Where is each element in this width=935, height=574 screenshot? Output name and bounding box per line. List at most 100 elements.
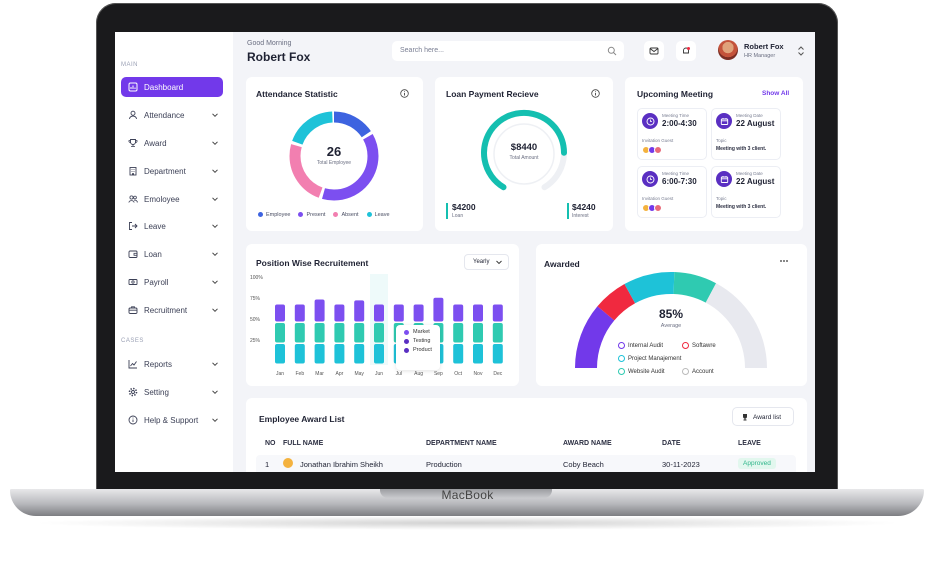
award-list-button[interactable]: Award list	[732, 407, 794, 426]
gear-icon	[128, 387, 138, 397]
loan-card: Loan Payment Recieve $8440 Total Amount …	[435, 77, 613, 231]
notification-button[interactable]	[676, 41, 696, 61]
sidebar-item-label: Setting	[144, 387, 169, 397]
gauge-segment	[705, 283, 767, 368]
sidebar-item-label: Payroll	[144, 277, 169, 287]
avatar	[654, 146, 662, 154]
legend-label: Website Audit	[628, 368, 665, 375]
meeting-time-tile[interactable]: Meeting Time 2:00-4:30 Invitation Guest	[637, 108, 707, 160]
legend-dot	[333, 212, 339, 218]
period-select[interactable]: Yearly	[464, 254, 509, 270]
legend-item: Employee	[258, 212, 290, 218]
x-tick-label: Apr	[336, 371, 344, 377]
meeting-date-value: 22 August	[736, 177, 775, 186]
bar-product-apr	[334, 344, 345, 364]
search-input[interactable]: Search here...	[392, 41, 624, 61]
sidebar-item-payroll[interactable]: Payroll	[121, 272, 223, 292]
recruitment-title: Position Wise Recruitement	[256, 258, 369, 268]
sidebar-item-setting[interactable]: Setting	[121, 382, 223, 402]
sidebar-item-label: Help & Support	[144, 415, 199, 425]
user-icon	[128, 110, 138, 120]
message-button[interactable]	[644, 41, 664, 61]
info-icon[interactable]	[400, 89, 409, 98]
meeting-date-tile[interactable]: Meeting Date 22 August Topic Meeting with 3…	[711, 108, 781, 160]
sidebar-item-leave[interactable]: Leave	[121, 216, 223, 236]
sidebar-item-help-support[interactable]: Help & Support	[121, 410, 223, 430]
chart-icon	[128, 359, 138, 369]
bar-market-dec	[492, 304, 503, 322]
dashboard-screen: MAIN Dashboard Attendance Award Department E…	[115, 32, 815, 472]
sidebar-item-label: Leave	[144, 221, 166, 231]
meeting-date-label: Meeting Date	[736, 171, 763, 176]
x-tick-label: Dec	[493, 371, 502, 377]
bar-market-jul	[393, 304, 404, 322]
sidebar-item-label: Recruitment	[144, 305, 188, 315]
awarded-title: Awarded	[544, 259, 580, 269]
more-icon[interactable]	[778, 258, 790, 264]
loan-value: $4200	[452, 202, 476, 212]
bar-testing-may	[354, 323, 365, 343]
sidebar-item-department[interactable]: Department	[121, 161, 223, 181]
building-icon	[128, 166, 138, 176]
help-icon	[128, 415, 138, 425]
bar-market-apr	[334, 304, 345, 322]
meeting-time-tile[interactable]: Meeting Time 6:00-7:30 Invitation Guest	[637, 166, 707, 218]
sidebar-item-award[interactable]: Award	[121, 133, 223, 153]
legend-item: Present	[298, 212, 325, 218]
users-icon	[128, 194, 138, 204]
sidebar-item-attendance[interactable]: Attendance	[121, 105, 223, 125]
meeting-date-tile[interactable]: Meeting Date 22 August Topic Meeting with 3…	[711, 166, 781, 218]
chevron-down-icon	[211, 416, 219, 424]
attendance-title: Attendance Statistic	[256, 89, 338, 99]
gauge-segment	[575, 306, 615, 368]
chevron-down-icon	[211, 139, 219, 147]
meeting-date-value: 22 August	[736, 119, 775, 128]
topic-label: Topic	[716, 196, 727, 201]
bell-icon	[683, 47, 690, 54]
x-tick-label: Mar	[315, 371, 324, 377]
info-icon[interactable]	[591, 89, 600, 98]
show-all-link[interactable]: Show All	[762, 90, 789, 97]
legend-label: Present	[306, 212, 326, 218]
legend-item: Account	[682, 368, 714, 375]
sidebar-item-dashboard[interactable]: Dashboard	[121, 77, 223, 97]
bar-market-oct	[453, 304, 464, 322]
sidebar: MAIN Dashboard Attendance Award Department E…	[115, 32, 233, 472]
calendar-icon	[716, 171, 732, 187]
awarded-card: Awarded 85% Average Internal Audit Softaw…	[536, 244, 807, 386]
sidebar-item-emoloyee[interactable]: Emoloyee	[121, 189, 223, 209]
x-tick-label: Feb	[295, 371, 304, 377]
cell-name: Jonathan Ibrahim Sheikh	[300, 460, 383, 469]
sidebar-item-recruitment[interactable]: Recruitment	[121, 300, 223, 320]
column-header: DATE	[662, 440, 681, 447]
column-header: LEAVE	[738, 440, 761, 447]
legend-item: Leave	[366, 212, 390, 218]
calendar-icon	[716, 113, 732, 129]
sidebar-item-loan[interactable]: Loan	[121, 244, 223, 264]
award-list-card: Employee Award List Award list NO FULL NA…	[246, 398, 807, 472]
profile-dropdown-icon[interactable]	[797, 45, 805, 57]
tooltip-dot	[404, 329, 409, 335]
chevron-down-icon	[211, 222, 219, 230]
chevron-down-icon	[211, 250, 219, 258]
dashboard-icon	[128, 82, 138, 92]
tooltip-dot	[404, 347, 409, 353]
logout-icon	[128, 221, 138, 231]
bar-testing-nov	[473, 323, 483, 343]
avatar[interactable]	[718, 40, 738, 60]
recruitment-chart: 100% 75% 50% 25% Jan Feb Mar Apr May Jun Jul Aug Sep…	[250, 274, 503, 377]
loan-amount-label: Total Amount	[509, 155, 539, 161]
meetings-card: Upcoming Meeting Show All Meeting Time 2:…	[625, 77, 803, 231]
sidebar-item-label: Loan	[144, 249, 162, 259]
guest-avatars	[642, 146, 662, 154]
x-tick-label: May	[354, 371, 364, 377]
bar-market-nov	[473, 304, 483, 322]
y-tick-label: 100%	[250, 275, 263, 281]
legend-item: Softawre	[682, 342, 716, 349]
legend-item: Project Manajement	[618, 355, 681, 362]
column-header: NO	[265, 440, 276, 447]
trophy-icon	[128, 138, 138, 148]
topic-text: Meeting with 3 client.	[716, 204, 767, 210]
sidebar-item-reports[interactable]: Reports	[121, 354, 223, 374]
tooltip-item: Testing	[404, 338, 440, 344]
